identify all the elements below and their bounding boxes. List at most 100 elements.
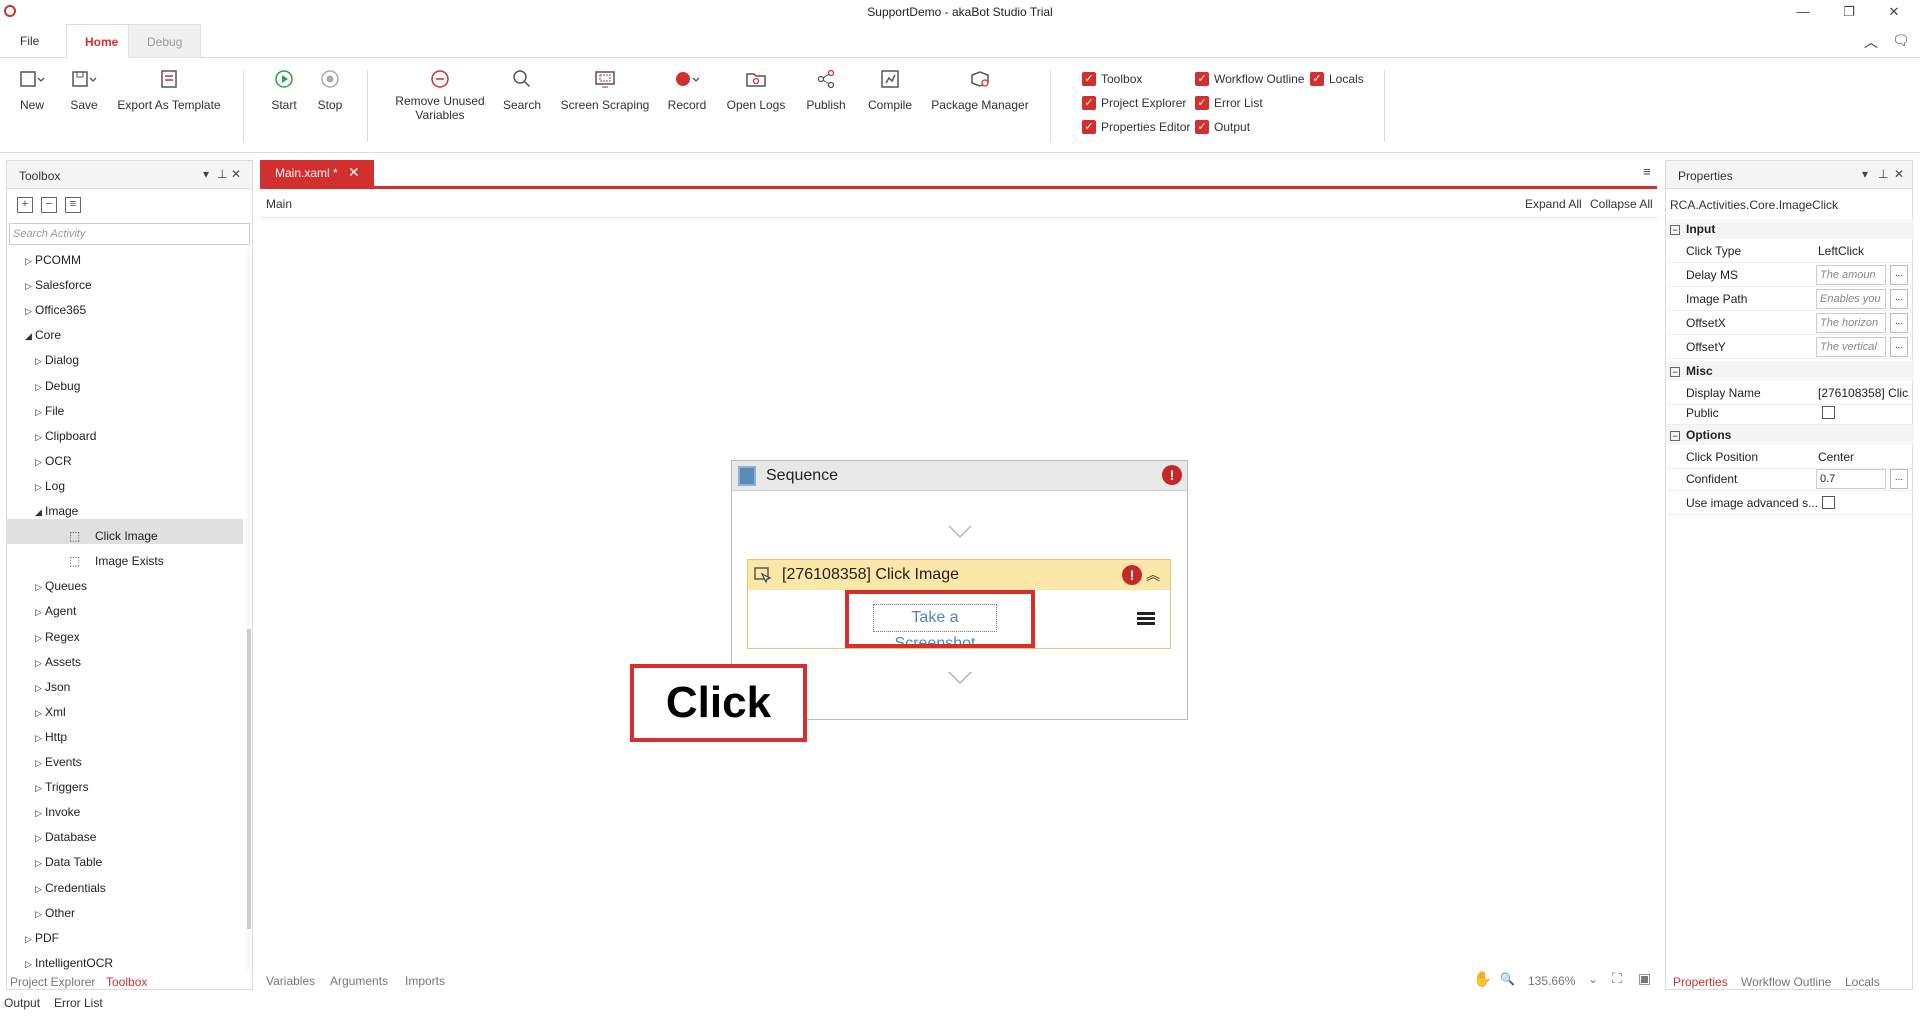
tab-debug[interactable]: Debug [128,24,202,58]
close-icon[interactable]: ✕ [1894,167,1904,181]
collapsed-arrow-icon[interactable]: ▷ [35,426,45,448]
collapse-ribbon-icon[interactable]: ︿ [1864,32,1878,52]
screen-scraping-button[interactable]: Screen Scraping [558,66,652,112]
expanded-arrow-icon[interactable]: ◢ [25,325,35,347]
collapsed-arrow-icon[interactable]: ▷ [35,451,45,473]
tree-item[interactable]: ▷ Triggers [35,776,89,798]
image-path-input[interactable]: Enables you [1816,289,1886,309]
click-image-header[interactable]: [276108358] Click Image ! ︽ [748,560,1170,590]
collapsed-arrow-icon[interactable]: ▷ [25,953,35,975]
tree-item[interactable]: ⬚ Click Image [53,525,158,547]
drop-target-arrow-icon[interactable] [948,526,972,538]
ellipsis-button[interactable]: ... [1890,469,1908,489]
publish-button[interactable]: Publish [798,66,854,112]
collapsed-arrow-icon[interactable]: ▷ [25,928,35,950]
property-image-path[interactable]: Image Path Enables you... [1666,287,1914,311]
output-toggle[interactable]: ✓ Output [1195,120,1250,134]
tree-item[interactable]: ⬚ Image Exists [53,550,164,572]
category-misc[interactable]: − Misc [1666,361,1914,381]
collapse-icon[interactable]: − [1670,431,1680,441]
property-public[interactable]: Public [1666,401,1914,425]
tree-item[interactable]: ▷ Json [35,676,70,698]
collapsed-arrow-icon[interactable]: ▷ [25,275,35,297]
collapsed-arrow-icon[interactable]: ▷ [35,852,45,874]
tree-item[interactable]: ▷ Http [35,726,67,748]
tree-item[interactable]: ▷ Dialog [35,349,79,371]
expand-all-icon[interactable]: + [17,197,33,213]
sequence-header[interactable]: Sequence ! [732,461,1187,491]
collapsed-arrow-icon[interactable]: ▷ [25,250,35,272]
search-button[interactable]: Search [500,66,544,112]
property-delay-ms[interactable]: Delay MS The amoun... [1666,263,1914,287]
collapse-all-icon[interactable]: − [41,197,57,213]
property-offset-x[interactable]: OffsetX The horizon... [1666,311,1914,335]
tree-item[interactable]: ▷ Credentials [35,877,106,899]
public-checkbox[interactable] [1822,406,1835,419]
error-icon[interactable]: ! [1162,465,1182,485]
collapsed-arrow-icon[interactable]: ▷ [35,878,45,900]
ellipsis-button[interactable]: ... [1890,289,1908,309]
record-button[interactable]: Record [662,66,712,112]
tab-arguments[interactable]: Arguments [330,974,388,988]
confident-input[interactable]: 0.7 [1816,469,1886,489]
click-position-value[interactable]: Center [1818,450,1912,464]
tree-item[interactable]: ▷ Events [35,751,82,773]
collapsed-arrow-icon[interactable]: ▷ [35,627,45,649]
document-menu-icon[interactable]: ≡ [1643,164,1651,179]
pan-hand-icon[interactable]: ✋ [1473,970,1492,988]
collapsed-arrow-icon[interactable]: ▷ [35,802,45,824]
collapsed-arrow-icon[interactable]: ▷ [35,476,45,498]
tree-item[interactable]: ▷ Xml [35,701,66,723]
remove-unused-variables-button[interactable]: Remove Unused Variables [390,66,490,122]
tree-item[interactable]: ▷ Salesforce [25,274,92,296]
dropdown-icon[interactable]: ▾ [1862,167,1868,181]
overview-map-icon[interactable]: ▣ [1638,970,1651,987]
collapsed-arrow-icon[interactable]: ▷ [25,300,35,322]
collapse-all-link[interactable]: Collapse All [1590,197,1653,211]
restore-icon[interactable]: ❐ [1829,2,1869,22]
project-explorer-toggle[interactable]: ✓ Project Explorer [1082,96,1186,110]
save-button[interactable]: Save [62,66,106,112]
compile-button[interactable]: Compile [862,66,918,112]
ellipsis-button[interactable]: ... [1890,337,1908,357]
tree-item[interactable]: ▷ Regex [35,626,80,648]
expand-all-link[interactable]: Expand All [1525,197,1582,211]
dropdown-icon[interactable]: ▾ [203,167,209,181]
activity-menu-icon[interactable] [1137,612,1155,626]
property-offset-y[interactable]: OffsetY The vertical... [1666,335,1914,359]
tab-imports[interactable]: Imports [405,974,445,988]
tree-item[interactable]: ▷ Clipboard [35,425,96,447]
error-icon[interactable]: ! [1122,565,1142,585]
properties-editor-toggle[interactable]: ✓ Properties Editor [1082,120,1190,134]
property-confident[interactable]: Confident 0.7... [1666,467,1914,491]
ellipsis-button[interactable]: ... [1890,313,1908,333]
tree-item[interactable]: ▷ Log [35,475,65,497]
ellipsis-button[interactable]: ... [1890,265,1908,285]
pin-icon[interactable]: ⊥ [1878,167,1888,181]
category-input[interactable]: − Input [1666,219,1914,239]
collapsed-arrow-icon[interactable]: ▷ [35,727,45,749]
locals-toggle[interactable]: ✓ Locals [1310,72,1364,86]
tab-properties[interactable]: Properties [1673,975,1728,989]
offset-x-input[interactable]: The horizon [1816,313,1886,333]
tree-item[interactable]: ▷ Debug [35,375,80,397]
tree-item[interactable]: ▷ Queues [35,575,87,597]
tree-item[interactable]: ▷ Invoke [35,801,80,823]
new-button[interactable]: New [10,66,54,112]
tab-locals[interactable]: Locals [1845,975,1880,989]
collapsed-arrow-icon[interactable]: ▷ [35,752,45,774]
click-type-value[interactable]: LeftClick [1818,244,1912,258]
zoom-level[interactable]: 135.66% [1528,974,1575,988]
collapsed-arrow-icon[interactable]: ▷ [35,576,45,598]
tab-home[interactable]: Home [66,24,138,59]
tab-file[interactable]: File [2,24,57,58]
list-view-icon[interactable]: ≡ [65,197,81,213]
collapse-icon[interactable]: − [1670,225,1680,235]
export-template-button[interactable]: Export As Template [114,66,224,112]
tree-item[interactable]: ▷ OCR [35,450,72,472]
property-use-image-advanced[interactable]: Use image advanced s... [1666,491,1914,515]
collapsed-arrow-icon[interactable]: ▷ [35,401,45,423]
toolbox-scrollbar[interactable] [246,249,252,971]
tree-item[interactable]: ▷ Database [35,826,96,848]
error-list-toggle[interactable]: ✓ Error List [1195,96,1263,110]
